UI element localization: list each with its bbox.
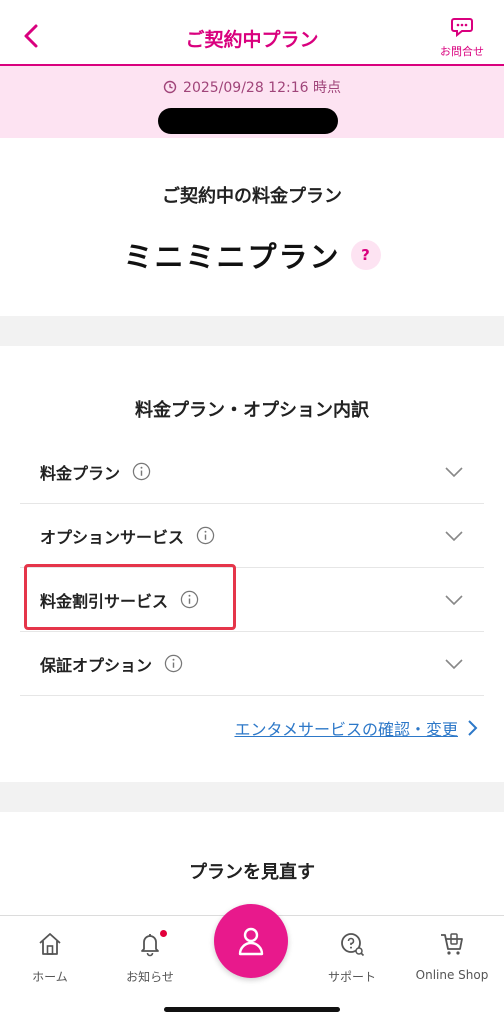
home-indicator [164, 1007, 340, 1012]
nav-support[interactable]: サポート [302, 930, 402, 985]
info-icon[interactable] [180, 590, 199, 609]
accordion-plan[interactable]: 料金プラン [20, 440, 484, 504]
nav-notifications[interactable]: お知らせ [100, 930, 200, 985]
nav-label: お知らせ [126, 970, 174, 984]
clock-icon [163, 80, 177, 94]
cart-icon [441, 933, 463, 955]
support-icon [341, 933, 365, 957]
nav-label: サポート [327, 970, 376, 984]
entertainment-link-text: エンタメサービスの確認・変更 [234, 720, 458, 739]
app-header: ご契約中プラン お問合せ [0, 0, 504, 66]
contact-button[interactable]: お問合せ [432, 16, 492, 62]
timestamp-band: 2025/09/28 12:16 時点 [0, 66, 504, 138]
nav-label: Online Shop [415, 968, 489, 982]
nav-home[interactable]: ホーム [0, 930, 100, 985]
home-icon [39, 933, 61, 955]
info-icon[interactable] [132, 462, 151, 481]
chevron-down-icon [445, 467, 463, 478]
review-heading: プランを見直す [189, 862, 315, 883]
accordion-discount-services[interactable]: 料金割引サービス [20, 568, 484, 632]
chevron-down-icon [445, 531, 463, 542]
chevron-down-icon [445, 659, 463, 670]
accordion-option-services[interactable]: オプションサービス [20, 504, 484, 568]
accordion-label: 料金割引サービス [40, 591, 169, 611]
plan-name-row: ミニミニプラン ? [0, 234, 504, 276]
contact-label: お問合せ [440, 45, 484, 58]
plan-heading: ご契約中の料金プラン [162, 186, 342, 207]
timestamp-text: 2025/09/28 12:16 時点 [183, 80, 341, 96]
accordion-label: オプションサービス [40, 527, 185, 547]
plan-help-button[interactable]: ? [350, 240, 381, 270]
info-icon[interactable] [164, 654, 183, 673]
chevron-right-icon [468, 720, 478, 736]
page-title: ご契約中プラン [185, 29, 319, 51]
my-page-button[interactable] [214, 904, 288, 978]
chat-bubble-icon [451, 18, 473, 38]
person-icon [238, 927, 264, 956]
chevron-down-icon [445, 595, 463, 606]
notification-badge [160, 930, 167, 937]
timestamp-row: 2025/09/28 12:16 時点 [0, 76, 504, 98]
breakdown-heading: 料金プラン・オプション内訳 [135, 400, 369, 421]
accordion-label: 料金プラン [40, 463, 121, 483]
nav-label: ホーム [32, 970, 68, 984]
accordion-warranty-options[interactable]: 保証オプション [20, 632, 484, 696]
plan-name: ミニミニプラン [123, 240, 341, 274]
nav-online-shop[interactable]: Online Shop [402, 930, 502, 982]
info-icon[interactable] [196, 526, 215, 545]
redacted-phone-number [158, 108, 338, 134]
entertainment-services-link[interactable]: エンタメサービスの確認・変更 [234, 716, 478, 740]
accordion-label: 保証オプション [40, 655, 153, 675]
current-plan-card: ご契約中の料金プラン ミニミニプラン ? [0, 138, 504, 316]
